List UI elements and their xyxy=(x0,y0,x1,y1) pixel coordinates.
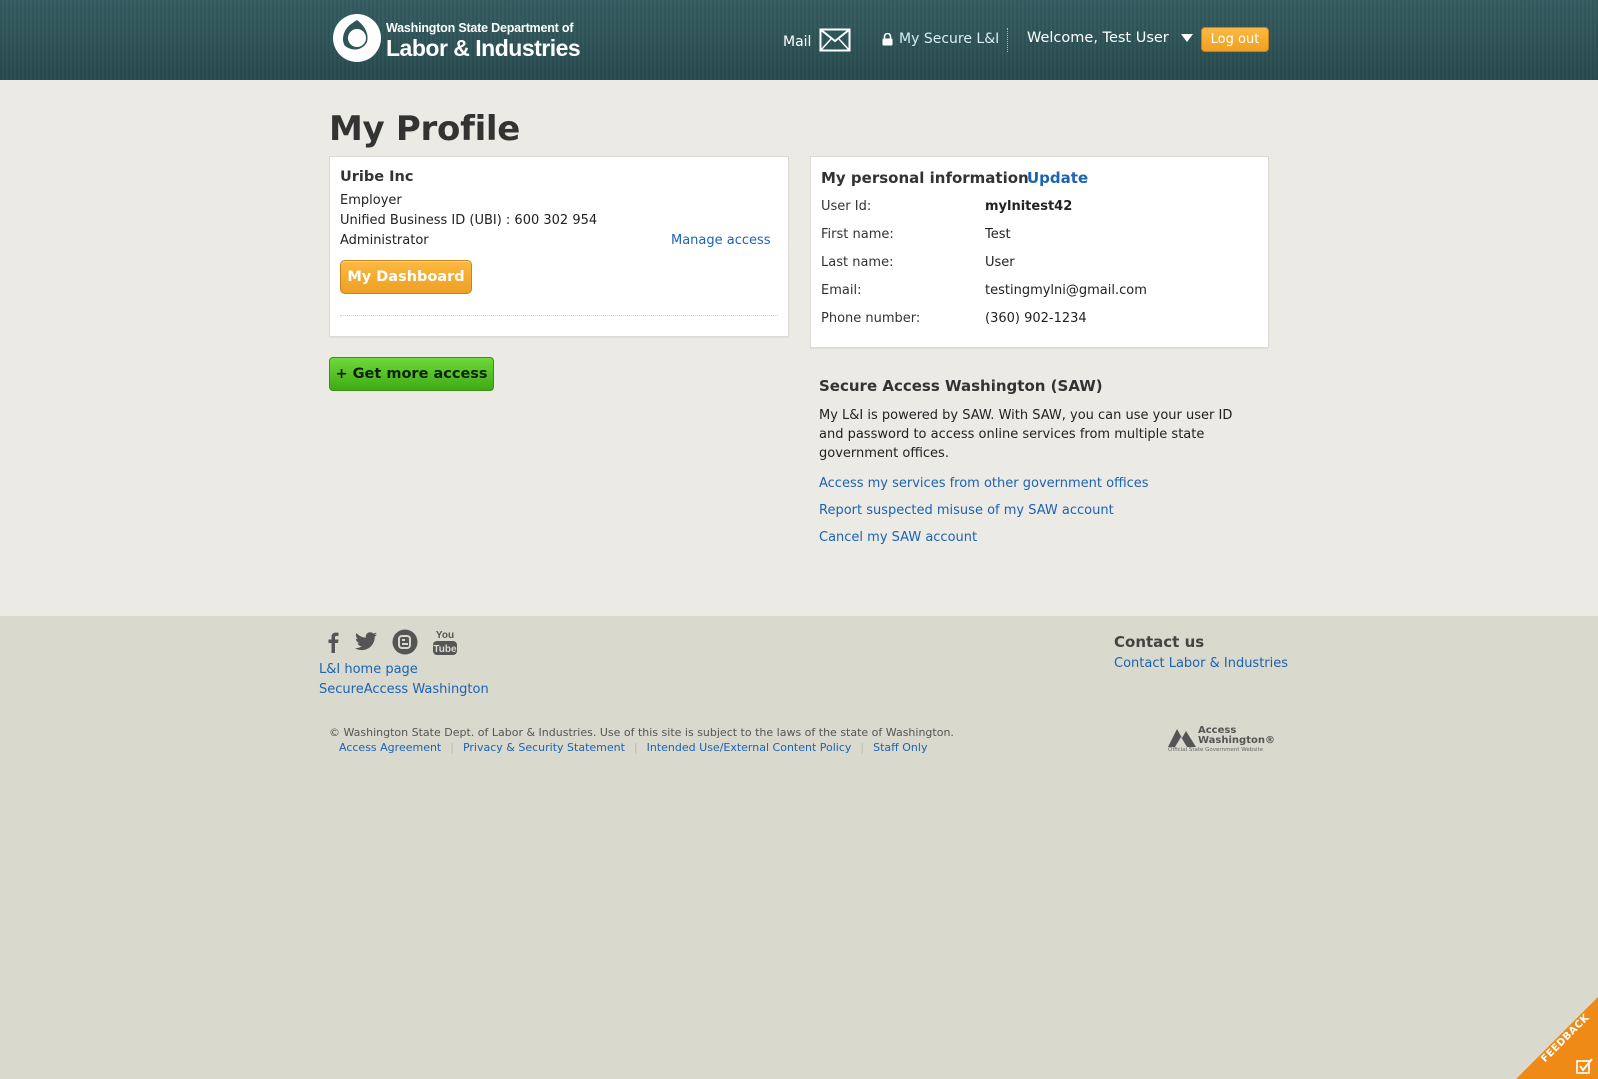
checkbox-icon xyxy=(1576,1058,1593,1074)
access-washington-logo: Access Washington® Official State Govern… xyxy=(1168,725,1275,755)
saw-link-cancel-account[interactable]: Cancel my SAW account xyxy=(819,524,1259,551)
logo-line2: Labor & Industries xyxy=(386,35,581,61)
get-more-access-button[interactable]: + Get more access xyxy=(329,357,494,391)
legal-separator: | xyxy=(450,741,454,754)
copyright-text: © Washington State Dept. of Labor & Indu… xyxy=(329,726,954,739)
last-name-label: Last name: xyxy=(821,255,894,270)
user-menu[interactable]: Welcome, Test User xyxy=(1027,30,1193,46)
svg-text:You: You xyxy=(436,630,454,641)
welcome-label: Welcome, Test User xyxy=(1027,30,1169,46)
saw-description: My L&I is powered by SAW. With SAW, you … xyxy=(819,408,1233,461)
logo-line1: Washington State Department of xyxy=(386,21,574,35)
user-id-label: User Id: xyxy=(821,199,872,214)
personal-info-card: My personal information Update User Id: … xyxy=(810,156,1269,348)
access-agreement-link[interactable]: Access Agreement xyxy=(339,741,441,754)
site-header: Washington State Department of Labor & I… xyxy=(0,0,1598,80)
update-link[interactable]: Update xyxy=(1027,169,1088,187)
access-washington-line2: Washington® xyxy=(1198,735,1275,746)
saw-title: Secure Access Washington (SAW) xyxy=(819,377,1103,395)
saw-section: Secure Access Washington (SAW) My L&I is… xyxy=(819,377,1259,551)
facebook-icon[interactable] xyxy=(326,631,340,653)
site-footer: You Tube L&I home page SecureAccess Wash… xyxy=(0,616,1598,1079)
logout-button[interactable]: Log out xyxy=(1201,27,1269,52)
phone-value: (360) 902-1234 xyxy=(985,311,1087,326)
last-name-value: User xyxy=(985,255,1015,270)
staff-only-link[interactable]: Staff Only xyxy=(873,741,927,754)
my-secure-li-link[interactable]: My Secure L&I xyxy=(882,31,999,47)
youtube-icon[interactable]: You Tube xyxy=(432,628,458,656)
access-washington-tagline: Official State Government Website xyxy=(1168,747,1264,753)
legal-links: Access Agreement | Privacy & Security St… xyxy=(339,741,927,754)
contact-us-title: Contact us xyxy=(1114,633,1205,651)
employer-role-type: Employer xyxy=(340,193,402,208)
phone-label: Phone number: xyxy=(821,311,921,326)
contact-li-link[interactable]: Contact Labor & Industries xyxy=(1114,656,1288,671)
mail-label: Mail xyxy=(783,34,812,50)
blogger-icon[interactable] xyxy=(392,629,418,655)
saw-link-report-misuse[interactable]: Report suspected misuse of my SAW accoun… xyxy=(819,497,1259,524)
first-name-value: Test xyxy=(985,227,1011,242)
header-divider xyxy=(1007,28,1008,52)
employer-name: Uribe Inc xyxy=(340,169,414,185)
lock-icon xyxy=(882,32,893,45)
employer-access-level: Administrator xyxy=(340,233,429,248)
employer-card: Uribe Inc Employer Unified Business ID (… xyxy=(329,156,789,337)
twitter-icon[interactable] xyxy=(354,632,378,652)
caret-down-icon xyxy=(1180,34,1193,42)
employer-divider xyxy=(340,315,778,316)
mail-link[interactable]: Mail xyxy=(783,28,851,52)
manage-access-link[interactable]: Manage access xyxy=(671,233,771,248)
personal-info-title: My personal information xyxy=(821,169,1029,187)
email-value: testingmylni@gmail.com xyxy=(985,283,1147,298)
my-dashboard-button[interactable]: My Dashboard xyxy=(340,260,472,294)
envelope-icon xyxy=(819,28,851,52)
legal-separator: | xyxy=(633,741,638,754)
user-id-value: mylnitest42 xyxy=(985,199,1073,214)
social-links: You Tube xyxy=(326,628,458,656)
privacy-security-link[interactable]: Privacy & Security Statement xyxy=(463,741,625,754)
employer-ubi: Unified Business ID (UBI) : 600 302 954 xyxy=(340,213,598,228)
agency-logo-link[interactable]: Washington State Department of Labor & I… xyxy=(331,12,581,64)
legal-separator: | xyxy=(860,741,865,754)
my-secure-li-label: My Secure L&I xyxy=(899,31,1000,47)
main-content: My Profile Uribe Inc Employer Unified Bu… xyxy=(0,80,1598,616)
page-title: My Profile xyxy=(329,109,521,149)
email-label: Email: xyxy=(821,283,862,298)
first-name-label: First name: xyxy=(821,227,894,242)
feedback-tab[interactable]: FEEDBACK xyxy=(1516,997,1598,1079)
intended-use-link[interactable]: Intended Use/External Content Policy xyxy=(647,741,852,754)
mountain-icon xyxy=(1168,729,1196,747)
agency-logo-icon xyxy=(333,14,381,62)
li-home-page-link[interactable]: L&I home page xyxy=(319,662,418,677)
svg-text:Tube: Tube xyxy=(433,644,457,655)
saw-link-other-offices[interactable]: Access my services from other government… xyxy=(819,470,1259,497)
secureaccess-washington-link[interactable]: SecureAccess Washington xyxy=(319,682,489,697)
